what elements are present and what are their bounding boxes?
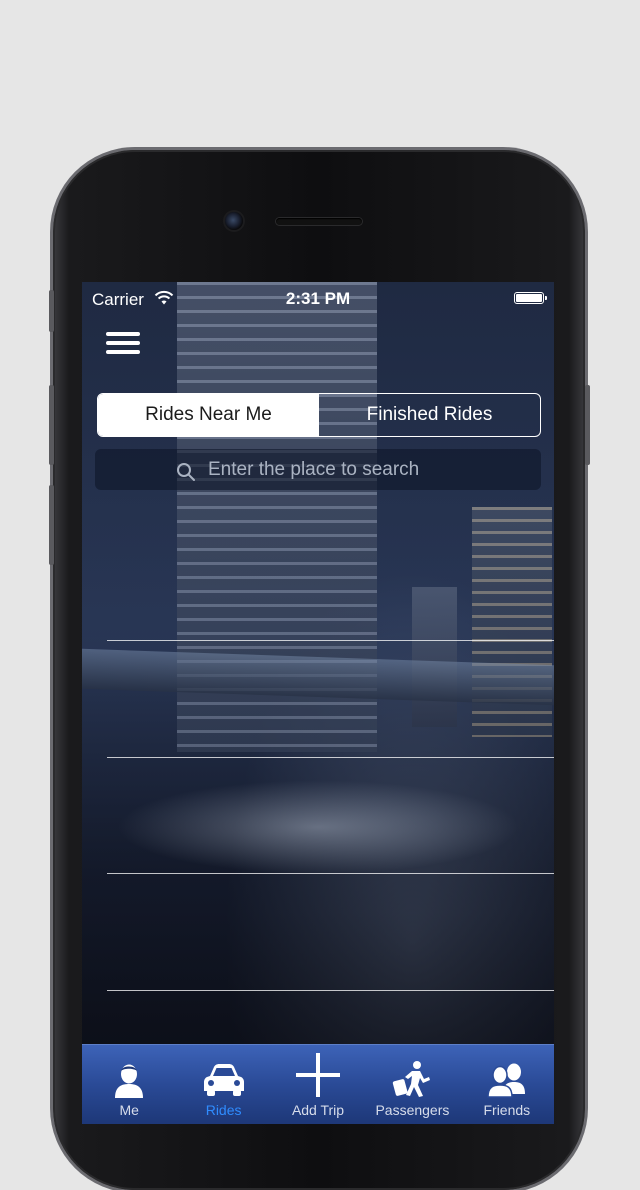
tab-friends[interactable]: Friends	[460, 1045, 554, 1124]
list-row-separator	[107, 873, 554, 874]
list-row-separator	[107, 990, 554, 991]
search-input[interactable]	[206, 457, 460, 482]
rides-segmented-control: Rides Near Me Finished Rides	[97, 393, 541, 437]
tab-rides-label: Rides	[205, 1102, 242, 1118]
friends-icon	[487, 1063, 525, 1098]
list-row-separator	[107, 757, 554, 758]
status-time: 2:31 PM	[285, 289, 351, 308]
tab-add-trip-label: Add Trip	[291, 1102, 345, 1118]
tab-passengers[interactable]: Passengers	[365, 1045, 459, 1124]
earpiece-speaker	[276, 218, 362, 225]
status-bar: Carrier 2:31 PM	[82, 282, 554, 316]
tab-passengers-label: Passengers	[375, 1102, 450, 1118]
tab-me[interactable]: Me	[82, 1045, 176, 1124]
tab-rides[interactable]: Rides	[176, 1045, 270, 1124]
volume-down-button	[49, 485, 54, 565]
background-light-trails	[82, 772, 554, 882]
segment-finished-rides[interactable]: Finished Rides	[319, 394, 540, 436]
list-row-separator	[107, 640, 554, 641]
front-camera	[225, 212, 243, 230]
segment-rides-near-me[interactable]: Rides Near Me	[98, 394, 319, 436]
tab-me-label: Me	[119, 1102, 139, 1118]
background-building	[412, 587, 457, 727]
search-bar	[95, 449, 541, 490]
car-icon	[203, 1064, 244, 1096]
battery-icon	[514, 292, 547, 304]
hamburger-menu-icon[interactable]	[106, 332, 140, 358]
mute-switch	[49, 290, 54, 332]
person-icon	[115, 1064, 144, 1098]
plus-icon	[296, 1053, 341, 1097]
power-button	[585, 385, 590, 465]
app-screen: Carrier 2:31 PM Rides Near Me Finished R…	[82, 282, 554, 1124]
tab-add-trip[interactable]: Add Trip	[271, 1045, 365, 1124]
tab-friends-label: Friends	[483, 1102, 531, 1118]
traveler-icon	[393, 1061, 431, 1097]
bottom-tab-bar: Me Rides Add Trip Passengers Friends	[82, 1044, 554, 1124]
volume-up-button	[49, 385, 54, 465]
search-icon	[177, 462, 195, 481]
